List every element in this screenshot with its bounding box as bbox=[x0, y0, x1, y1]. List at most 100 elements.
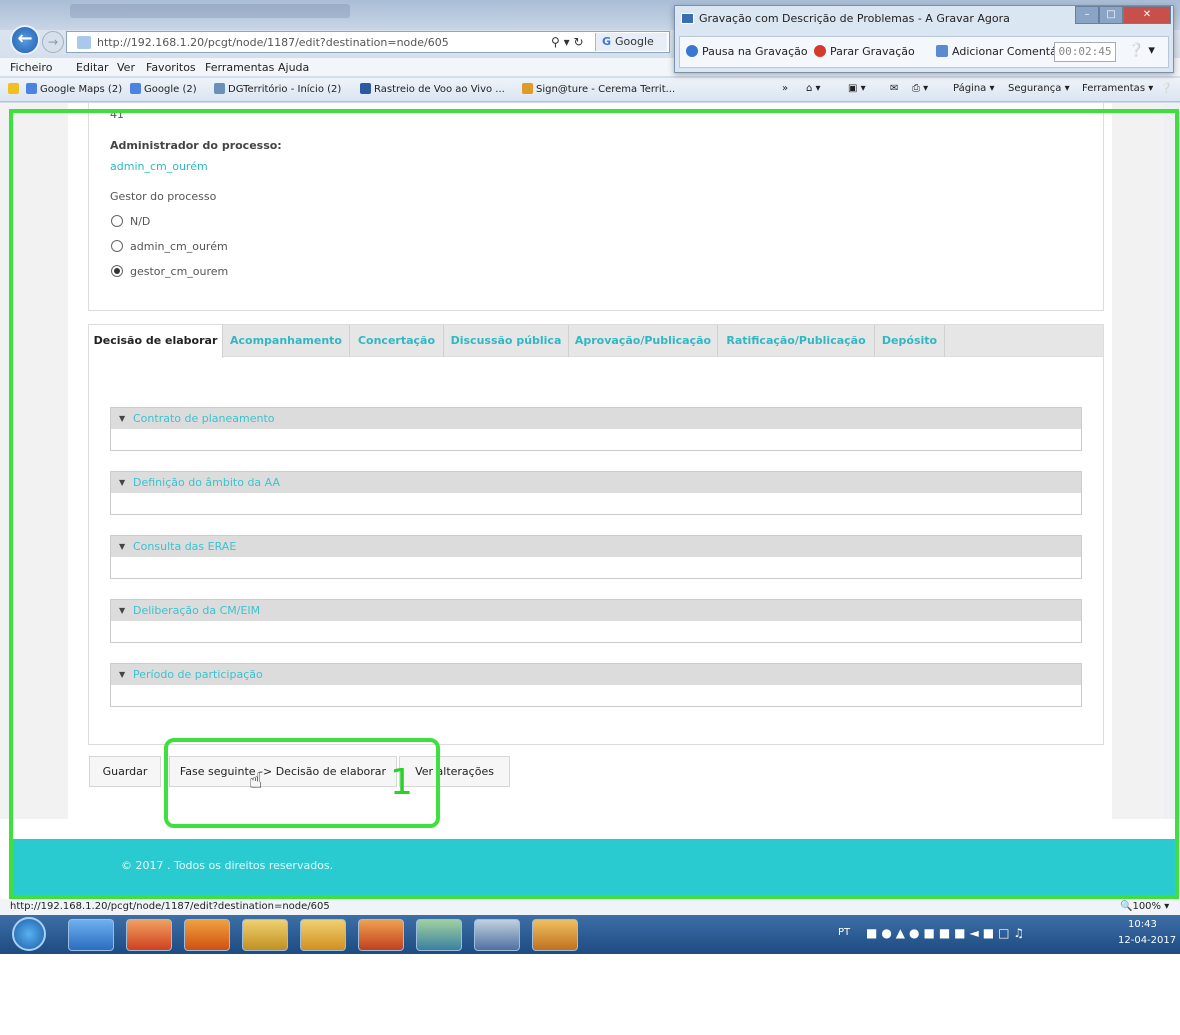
zoom-value: 100% bbox=[1132, 901, 1162, 912]
favorites-bar: Google Maps (2) Google (2) DGTerritório … bbox=[0, 78, 1180, 102]
taskbar: PT ■●▲●■■■◄■□♫ 10:43 12-04-2017 bbox=[0, 915, 1180, 1035]
mail-icon[interactable]: ✉ bbox=[890, 83, 898, 94]
address-bar[interactable]: http://192.168.1.20/pcgt/node/1187/edit?… bbox=[66, 31, 670, 53]
zoom-level[interactable]: 🔍100% ▾ bbox=[1120, 901, 1169, 912]
footer-copyright: © 2017 . Todos os direitos reservados. bbox=[121, 859, 334, 872]
taskbar-strip: PT ■●▲●■■■◄■□♫ 10:43 12-04-2017 bbox=[0, 915, 1180, 954]
language-indicator[interactable]: PT bbox=[838, 927, 850, 938]
help-dropdown-icon[interactable]: ❔ ▾ bbox=[1128, 43, 1155, 58]
search-refresh-icons[interactable]: ⚲ ▾ ↻ bbox=[551, 35, 584, 49]
stop-icon bbox=[814, 45, 826, 57]
radio-option-nd[interactable]: N/D bbox=[111, 215, 150, 228]
stop-recording-button[interactable]: Parar Gravação bbox=[814, 45, 915, 58]
tab-bar: Decisão de elaborar Acompanhamento Conce… bbox=[89, 325, 1103, 358]
admin-label: Administrador do processo: bbox=[110, 139, 282, 152]
menu-editar[interactable]: Editar bbox=[76, 61, 109, 74]
clock-time[interactable]: 10:43 bbox=[1128, 919, 1157, 930]
favorites-star-icon[interactable] bbox=[8, 83, 22, 95]
menu-pagina[interactable]: Página ▾ bbox=[953, 83, 995, 94]
radio-option-admin[interactable]: admin_cm_ourém bbox=[111, 240, 228, 253]
menu-favoritos[interactable]: Favoritos bbox=[146, 61, 196, 74]
section-title: Definição do âmbito da AA bbox=[133, 476, 281, 489]
menu-seguranca[interactable]: Segurança ▾ bbox=[1008, 83, 1070, 94]
menu-ver[interactable]: Ver bbox=[117, 61, 135, 74]
status-bar: http://192.168.1.20/pcgt/node/1187/edit?… bbox=[0, 899, 1180, 915]
fav-dgterritorio[interactable]: DGTerritório - Início (2) bbox=[214, 83, 341, 95]
next-phase-button[interactable]: Fase seguinte -> Decisão de elaborar bbox=[169, 756, 397, 787]
clock-date[interactable]: 12-04-2017 bbox=[1118, 935, 1176, 946]
section-title: Deliberação da CM/EIM bbox=[133, 604, 261, 617]
home-icon[interactable]: ⌂ ▾ bbox=[806, 83, 821, 94]
recorder-window-icon bbox=[681, 13, 694, 24]
fav-google[interactable]: Google (2) bbox=[130, 83, 197, 95]
tab-deposito[interactable]: Depósito bbox=[875, 325, 945, 357]
chevron-more-icon[interactable]: » bbox=[782, 83, 788, 94]
caret-down-icon: ▼ bbox=[119, 606, 126, 615]
admin-link[interactable]: admin_cm_ourém bbox=[110, 160, 208, 173]
app-icon[interactable] bbox=[532, 919, 578, 951]
scrollbar[interactable] bbox=[1164, 103, 1180, 819]
section-header[interactable]: ▼ Definição do âmbito da AA bbox=[111, 472, 1081, 493]
address-url: http://192.168.1.20/pcgt/node/1187/edit?… bbox=[97, 36, 449, 49]
media-player-icon[interactable] bbox=[184, 919, 230, 951]
chrome-icon[interactable] bbox=[126, 919, 172, 951]
start-button[interactable] bbox=[12, 917, 46, 951]
recorder-icon[interactable] bbox=[474, 919, 520, 951]
tab-discussao-publica[interactable]: Discussão pública bbox=[444, 325, 569, 357]
signature-icon bbox=[522, 83, 533, 94]
section-header[interactable]: ▼ Contrato de planeamento bbox=[111, 408, 1081, 429]
tab-ratificacao-publicacao[interactable]: Ratificação/Publicação bbox=[718, 325, 875, 357]
menu-ficheiro[interactable]: Ficheiro bbox=[10, 61, 52, 74]
radio-option-gestor[interactable]: gestor_cm_ourem bbox=[111, 265, 228, 278]
section-header[interactable]: ▼ Consulta das ERAE bbox=[111, 536, 1081, 557]
fav-signature[interactable]: Sign@ture - Cerema Territ... bbox=[522, 83, 675, 95]
fav-google-maps[interactable]: Google Maps (2) bbox=[26, 83, 122, 95]
caret-down-icon: ▼ bbox=[119, 414, 126, 423]
section-periodo-participacao: ▼ Período de participação bbox=[110, 663, 1082, 707]
print-icon[interactable]: ⎙ ▾ bbox=[912, 83, 928, 94]
menu-ferramentas-cmd[interactable]: Ferramentas ▾ bbox=[1082, 83, 1153, 94]
back-button[interactable]: ← bbox=[10, 25, 40, 55]
add-comment-button[interactable]: Adicionar Comentário bbox=[936, 45, 1071, 58]
google-icon: G bbox=[602, 35, 612, 48]
pause-recording-button[interactable]: Pausa na Gravação bbox=[686, 45, 808, 58]
recorder-toolbar: Pausa na Gravação Parar Gravação Adicion… bbox=[679, 36, 1169, 68]
section-contrato-planeamento: ▼ Contrato de planeamento bbox=[110, 407, 1082, 451]
feeds-icon[interactable]: ▣ ▾ bbox=[848, 83, 866, 94]
comment-icon bbox=[936, 45, 948, 57]
fav-rastreio-voo[interactable]: Rastreio de Voo ao Vivo ... bbox=[360, 83, 505, 95]
menu-ferramentas[interactable]: Ferramentas bbox=[205, 61, 274, 74]
tab-decisao-elaborar[interactable]: Decisão de elaborar bbox=[89, 325, 223, 358]
section-header[interactable]: ▼ Período de participação bbox=[111, 664, 1081, 685]
fav-label: Sign@ture - Cerema Territ... bbox=[536, 84, 676, 95]
radio-label: gestor_cm_ourem bbox=[130, 265, 229, 278]
firefox-icon[interactable] bbox=[358, 919, 404, 951]
help-icon[interactable]: ❔ bbox=[1160, 83, 1172, 94]
save-button[interactable]: Guardar bbox=[89, 756, 161, 787]
stop-label: Parar Gravação bbox=[830, 45, 915, 58]
forward-button[interactable]: → bbox=[42, 31, 64, 53]
maximize-button[interactable]: □ bbox=[1099, 6, 1123, 24]
page-icon bbox=[77, 36, 91, 49]
outlook-icon[interactable] bbox=[300, 919, 346, 951]
view-changes-button[interactable]: Ver alterações bbox=[399, 756, 510, 787]
search-provider[interactable]: G Google bbox=[595, 33, 667, 51]
close-button[interactable]: ✕ bbox=[1123, 6, 1171, 24]
caret-down-icon: ▼ bbox=[119, 478, 126, 487]
fav-label: Rastreio de Voo ao Vivo ... bbox=[374, 84, 505, 95]
tab-acompanhamento[interactable]: Acompanhamento bbox=[223, 325, 350, 357]
tab-aprovacao-publicacao[interactable]: Aprovação/Publicação bbox=[569, 325, 718, 357]
minimize-button[interactable]: – bbox=[1075, 6, 1099, 24]
tab-concertacao[interactable]: Concertação bbox=[350, 325, 444, 357]
ie-icon[interactable] bbox=[68, 919, 114, 951]
dgt-icon bbox=[214, 83, 225, 94]
maps-icon[interactable] bbox=[416, 919, 462, 951]
system-tray-icons[interactable]: ■●▲●■■■◄■□♫ bbox=[866, 926, 1028, 940]
section-deliberacao: ▼ Deliberação da CM/EIM bbox=[110, 599, 1082, 643]
section-header[interactable]: ▼ Deliberação da CM/EIM bbox=[111, 600, 1081, 621]
menu-ajuda[interactable]: Ajuda bbox=[278, 61, 309, 74]
hand-cursor-icon: ☝ bbox=[249, 769, 263, 794]
annotation-number: 1 bbox=[390, 762, 413, 803]
window-title-blurred bbox=[70, 4, 350, 18]
folder-icon[interactable] bbox=[242, 919, 288, 951]
